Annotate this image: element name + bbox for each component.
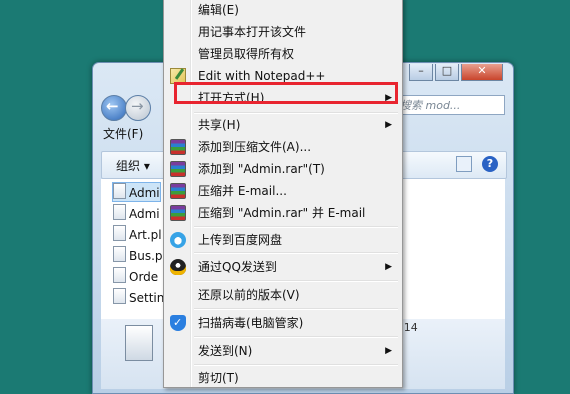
menu-item-compress-and-email[interactable]: 压缩并 E-mail... [166, 180, 398, 202]
winrar-icon [170, 139, 186, 155]
help-icon[interactable]: ? [482, 156, 498, 172]
submenu-arrow-icon: ▶ [385, 120, 392, 130]
menu-item-upload-baidu[interactable]: 上传到百度网盘 [166, 229, 398, 251]
menu-item-send-to[interactable]: 发送到(N) ▶ [166, 340, 398, 362]
document-icon [113, 246, 126, 262]
preview-pane-icon[interactable] [456, 156, 472, 172]
menu-separator [194, 364, 398, 366]
menu-item-scan-virus[interactable]: 扫描病毒(电脑管家) [166, 312, 398, 334]
menu-file[interactable]: 文件(F) [103, 127, 143, 141]
minimize-button[interactable]: – [409, 64, 433, 81]
menu-item-cut[interactable]: 剪切(T) [166, 367, 398, 389]
menu-item-share[interactable]: 共享(H) ▶ [166, 114, 398, 136]
submenu-arrow-icon: ▶ [385, 262, 392, 272]
winrar-icon [170, 183, 186, 199]
menu-separator [194, 226, 398, 228]
menubar: 文件(F) [103, 125, 143, 145]
menu-item-take-ownership[interactable]: 管理员取得所有权 [166, 43, 398, 65]
forward-button[interactable] [125, 95, 151, 121]
highlight-annotation [174, 82, 398, 104]
winrar-icon [170, 205, 186, 221]
menu-item-restore-previous-versions[interactable]: 还原以前的版本(V) [166, 284, 398, 306]
submenu-arrow-icon: ▶ [385, 346, 392, 356]
menu-item-add-to-admin-rar[interactable]: 添加到 "Admin.rar"(T) [166, 158, 398, 180]
file-item[interactable]: Admi [112, 182, 161, 202]
menu-item-add-to-archive[interactable]: 添加到压缩文件(A)... [166, 136, 398, 158]
menu-item-send-via-qq[interactable]: 通过QQ发送到 ▶ [166, 256, 398, 278]
menu-separator [194, 280, 398, 282]
menu-item-compress-to-admin-rar-and-email[interactable]: 压缩到 "Admin.rar" 并 E-mail [166, 202, 398, 224]
close-button[interactable]: ✕ [461, 64, 503, 81]
file-item[interactable]: Settin [113, 288, 164, 306]
back-button[interactable] [101, 95, 127, 121]
document-icon [113, 183, 126, 199]
file-item[interactable]: Art.pl [113, 225, 162, 243]
menu-item-open-with-notepad[interactable]: 用记事本打开该文件 [166, 21, 398, 43]
menu-separator [194, 336, 398, 338]
document-icon [113, 267, 126, 283]
maximize-button[interactable]: □ [435, 64, 459, 81]
baidu-cloud-icon [170, 232, 186, 248]
file-item[interactable]: Orde [113, 267, 158, 285]
menu-item-edit[interactable]: 编辑(E) [166, 0, 398, 21]
document-icon [113, 288, 126, 304]
document-icon [113, 204, 126, 220]
winrar-icon [170, 161, 186, 177]
shield-icon [170, 312, 186, 334]
window-controls: – □ ✕ [407, 63, 503, 81]
qq-icon [170, 259, 186, 275]
search-input[interactable]: 搜索 mod... [393, 95, 505, 115]
document-icon [125, 325, 153, 361]
menu-separator [194, 308, 398, 310]
file-item[interactable]: Bus.p [113, 246, 163, 264]
document-icon [113, 225, 126, 241]
menu-separator [194, 252, 398, 254]
context-menu: 编辑(E) 用记事本打开该文件 管理员取得所有权 Edit with Notep… [163, 0, 403, 388]
organize-button[interactable]: 组织 ▾ [116, 157, 150, 174]
file-item[interactable]: Admi [113, 204, 160, 222]
